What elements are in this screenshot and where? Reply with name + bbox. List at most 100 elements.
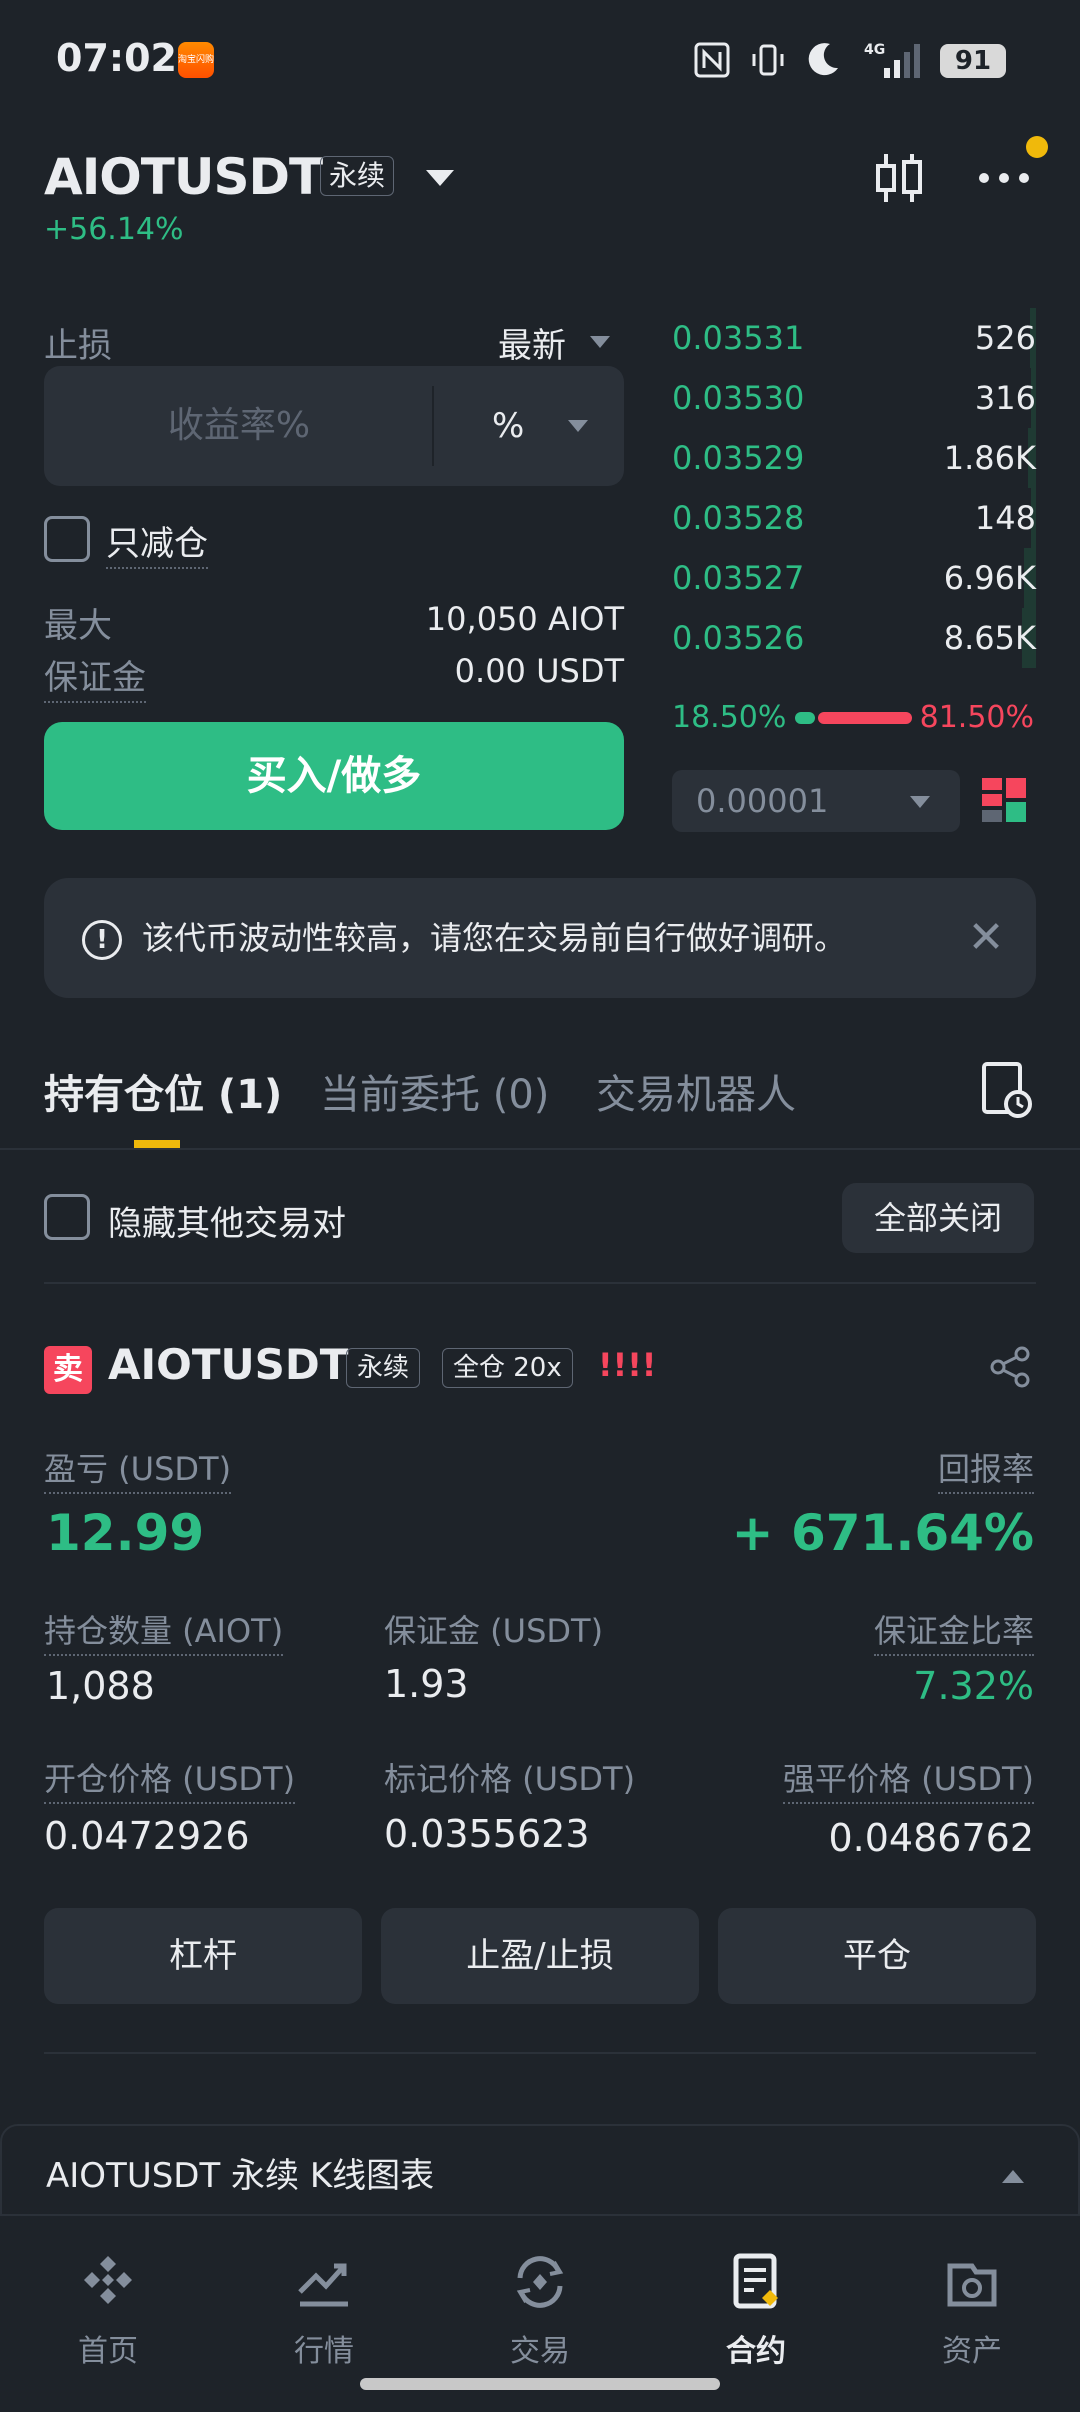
buy-ratio: 18.50%: [672, 700, 787, 735]
order-history-icon[interactable]: [980, 1060, 1034, 1120]
signal-4g-icon: 4G: [864, 42, 920, 78]
nfc-icon: [694, 42, 730, 78]
pnl-label: 盈亏 (USDT): [44, 1444, 232, 1494]
share-icon[interactable]: [988, 1344, 1034, 1390]
expand-chevron-up-icon[interactable]: [1002, 2170, 1024, 2183]
order-book-row[interactable]: 0.03529 1.86K: [672, 428, 1036, 488]
close-warning-icon[interactable]: ✕: [954, 906, 1018, 970]
sell-ratio-bar: [818, 712, 912, 724]
position-pair[interactable]: AIOTUSDT: [108, 1340, 348, 1389]
reduce-only-checkbox[interactable]: [44, 516, 90, 562]
order-book-layout-icon[interactable]: [982, 776, 1028, 824]
order-book-price: 0.03530: [672, 379, 805, 417]
order-book-row[interactable]: 0.03528 148: [672, 488, 1036, 548]
input-divider: [432, 386, 434, 466]
volatility-warning: ! 该代币波动性较高，请您在交易前自行做好调研。 ✕: [44, 878, 1036, 998]
more-menu-icon[interactable]: [976, 168, 1032, 188]
svg-text:4G: 4G: [864, 42, 885, 58]
markets-icon: [298, 2263, 348, 2307]
active-tab-indicator: [134, 1140, 180, 1148]
position-margin-label: 保证金 (USDT): [384, 1612, 604, 1650]
filter-divider: [44, 1282, 1036, 1284]
vibrate-icon: [752, 44, 784, 76]
position-size-value: 1,088: [46, 1664, 155, 1708]
unit-dropdown-icon[interactable]: [568, 420, 588, 432]
warning-icon: !: [82, 920, 122, 960]
order-book-qty: 8.65K: [943, 619, 1036, 657]
position-divider: [44, 2052, 1036, 2054]
order-book-price: 0.03531: [672, 319, 805, 357]
position-size-label: 持仓数量 (AIOT): [44, 1606, 284, 1656]
tab-open-orders[interactable]: 当前委托 (0): [320, 1062, 549, 1120]
price-change: +56.14%: [44, 212, 184, 247]
hide-other-pairs-label[interactable]: 隐藏其他交易对: [108, 1196, 346, 1245]
pair-title[interactable]: AIOTUSDT: [44, 148, 323, 206]
sell-side-badge: 卖: [44, 1346, 92, 1394]
moon-icon: [808, 43, 838, 76]
roe-input-placeholder: 收益率%: [167, 405, 311, 446]
nav-assets[interactable]: 资产: [864, 2216, 1080, 2386]
tick-size-select[interactable]: 0.00001: [672, 770, 960, 832]
mark-price-value: 0.0355623: [384, 1812, 590, 1856]
max-value: 10,050 AIOT: [425, 600, 624, 638]
mark-price-label: 标记价格 (USDT): [384, 1760, 636, 1798]
reduce-only-label[interactable]: 只减仓: [106, 516, 208, 569]
tab-positions[interactable]: 持有仓位 (1): [44, 1062, 282, 1120]
nav-trade[interactable]: 交易: [432, 2216, 648, 2386]
roe-input-field[interactable]: 收益率% %: [44, 366, 624, 486]
taobao-app-icon: 淘宝闪购: [178, 42, 214, 78]
margin-label: 保证金: [44, 650, 146, 703]
margin-value: 0.00 USDT: [454, 652, 624, 690]
futures-icon: [733, 2253, 778, 2309]
order-book-qty: 316: [974, 379, 1036, 417]
order-book-qty: 148: [974, 499, 1036, 537]
pnl-value: 12.99: [46, 1504, 205, 1562]
nav-markets-label: 行情: [294, 2334, 354, 2369]
entry-price-label: 开仓价格 (USDT): [44, 1754, 296, 1804]
leverage-button[interactable]: 杠杆: [44, 1908, 362, 2004]
stop-loss-label: 止损: [44, 326, 112, 366]
price-type-select[interactable]: 最新: [498, 318, 566, 367]
position-margin-tag[interactable]: 全仓 20x: [442, 1348, 573, 1388]
buy-long-button[interactable]: 买入/做多: [44, 722, 624, 830]
order-book-row[interactable]: 0.03526 8.65K: [672, 608, 1036, 668]
perpetual-tag: 永续: [320, 156, 395, 196]
liq-price-value: 0.0486762: [828, 1816, 1035, 1860]
order-book-row[interactable]: 0.03530 316: [672, 368, 1036, 428]
warning-text: 该代币波动性较高，请您在交易前自行做好调研。: [142, 919, 847, 957]
trade-icon: [516, 2256, 564, 2308]
tp-sl-button[interactable]: 止盈/止损: [381, 1908, 699, 2004]
sell-ratio: 81.50%: [919, 700, 1034, 735]
nav-assets-label: 资产: [942, 2334, 1002, 2369]
status-bar: 07:02 淘宝闪购 4G 91: [0, 0, 1080, 120]
home-indicator: [360, 2378, 720, 2390]
hide-other-pairs-checkbox[interactable]: [44, 1194, 90, 1240]
order-book-row[interactable]: 0.03531 526: [672, 308, 1036, 368]
tab-trading-bots[interactable]: 交易机器人: [596, 1062, 796, 1120]
margin-ratio-value: 7.32%: [913, 1664, 1034, 1708]
price-type-dropdown-icon[interactable]: [590, 336, 610, 348]
close-position-button[interactable]: 平仓: [718, 1908, 1036, 2004]
position-perpetual-tag: 永续: [346, 1348, 421, 1388]
status-time: 07:02: [56, 36, 177, 80]
position-alert-marks: !!!!: [598, 1346, 657, 1384]
nav-futures[interactable]: 合约: [648, 2216, 864, 2386]
tabs-divider: [0, 1148, 1080, 1150]
nav-home[interactable]: 首页: [0, 2216, 216, 2386]
pair-dropdown-icon[interactable]: [426, 170, 454, 186]
order-book-price: 0.03526: [672, 619, 805, 657]
position-margin-value: 1.93: [384, 1662, 469, 1706]
nav-markets[interactable]: 行情: [216, 2216, 432, 2386]
unit-select[interactable]: %: [492, 366, 524, 486]
roe-value: + 671.64%: [731, 1504, 1034, 1562]
order-book-row[interactable]: 0.03527 6.96K: [672, 548, 1036, 608]
kline-drawer-title: AIOTUSDT 永续 K线图表: [46, 2156, 435, 2196]
close-all-button[interactable]: 全部关闭: [842, 1183, 1034, 1253]
entry-price-value: 0.0472926: [44, 1814, 250, 1858]
candlestick-chart-icon[interactable]: [872, 148, 926, 208]
order-book-price: 0.03528: [672, 499, 805, 537]
nav-home-label: 首页: [78, 2334, 138, 2369]
nav-futures-label: 合约: [726, 2334, 786, 2369]
order-book-qty: 526: [974, 319, 1036, 357]
order-book-price: 0.03529: [672, 439, 805, 477]
